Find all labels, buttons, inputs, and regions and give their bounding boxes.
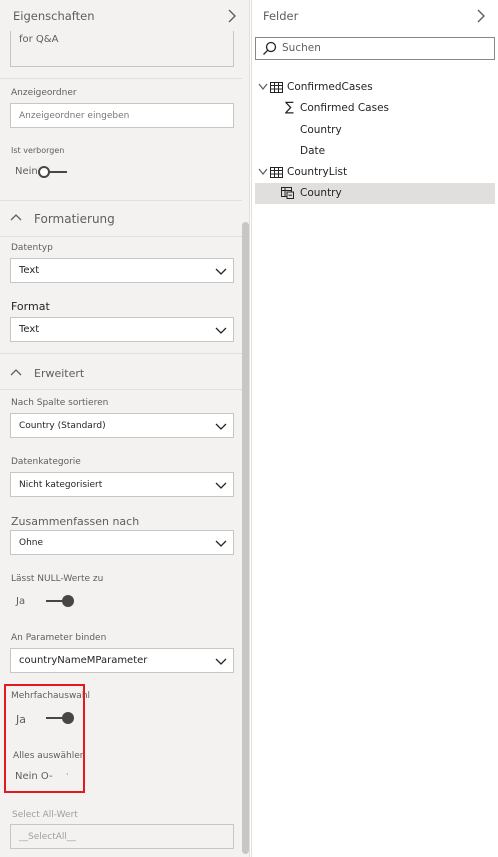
scrollbar[interactable] [242, 222, 249, 854]
chevron-down-icon [215, 540, 227, 547]
chevron-down-icon [215, 423, 227, 430]
field-row-country-selected[interactable]: Country [255, 183, 495, 204]
hidden-value: Nein [15, 166, 38, 177]
sigma-icon: ∑ [285, 100, 294, 115]
table-icon [270, 167, 283, 178]
bind-to-parameter-select[interactable]: countryNameMParameter [10, 648, 234, 673]
table-row-confirmedcases[interactable]: ConfirmedCases [252, 77, 498, 98]
collapse-chevron-icon[interactable] [225, 8, 239, 24]
search-input[interactable]: Suchen [255, 37, 495, 60]
divider [0, 200, 242, 201]
caret-up-icon[interactable] [10, 368, 22, 376]
chevron-down-icon[interactable] [258, 83, 268, 91]
chevron-down-icon [215, 327, 227, 334]
properties-pane: Eigenschaften for Q&A Anzeigeordner Anze… [0, 0, 250, 857]
allow-null-label: Lässt NULL-Werte zu [11, 574, 104, 584]
field-name: Country [300, 187, 342, 199]
divider [0, 78, 242, 79]
collapse-chevron-icon[interactable] [474, 8, 488, 24]
synonyms-field[interactable]: for Q&A [10, 31, 234, 67]
display-folder-label: Anzeigeordner [11, 88, 77, 98]
table-row-countrylist[interactable]: CountryList [252, 162, 498, 183]
data-category-select[interactable]: Nicht kategorisiert [10, 472, 234, 497]
table-name: ConfirmedCases [287, 81, 373, 93]
summarize-by-value: Ohne [19, 538, 44, 548]
format-value: Text [19, 324, 40, 335]
field-row-date[interactable]: Date [252, 141, 498, 162]
search-icon [263, 41, 277, 55]
data-type-value: Text [19, 265, 40, 276]
data-type-label: Datentyp [11, 243, 53, 253]
bind-to-parameter-value: countryNameMParameter [19, 655, 148, 666]
display-folder-placeholder: Anzeigeordner eingeben [19, 111, 130, 121]
select-all-value-input[interactable]: __SelectAll__ [10, 824, 234, 849]
properties-header: Eigenschaften [0, 0, 249, 32]
display-folder-input[interactable]: Anzeigeordner eingeben [10, 103, 234, 128]
summarize-by-label: Zusammenfassen nach [11, 515, 140, 528]
sort-by-column-label: Nach Spalte sortieren [11, 398, 109, 408]
sort-by-column-value: Country (Standard) [19, 421, 106, 431]
bind-to-parameter-label: An Parameter binden [11, 633, 107, 643]
allow-null-value: Ja [16, 596, 26, 607]
select-all-value-label: Select All-Wert [12, 810, 78, 820]
data-category-label: Datenkategorie [11, 457, 81, 467]
chevron-down-icon [215, 482, 227, 489]
summarize-by-select[interactable]: Ohne [10, 530, 234, 555]
field-row-confirmed-cases[interactable]: ∑ Confirmed Cases [252, 98, 498, 119]
field-name: Date [300, 145, 326, 157]
highlight-box [4, 684, 85, 793]
divider [0, 353, 242, 354]
allow-null-toggle[interactable] [44, 594, 76, 608]
fields-pane: Felder Suchen ConfirmedCases ∑ Confirmed… [251, 0, 498, 857]
hidden-toggle[interactable] [37, 165, 69, 179]
table-name: CountryList [287, 166, 348, 178]
chevron-down-icon[interactable] [258, 168, 268, 176]
parameter-field-icon [281, 187, 294, 199]
properties-title: Eigenschaften [13, 9, 95, 23]
format-label: Format [11, 300, 50, 313]
formatting-section-title[interactable]: Formatierung [34, 212, 115, 226]
chevron-down-icon [215, 268, 227, 275]
hidden-label: Ist verborgen [11, 146, 65, 155]
fields-title: Felder [263, 9, 299, 23]
table-icon [270, 82, 283, 93]
data-type-select[interactable]: Text [10, 258, 234, 283]
sort-by-column-select[interactable]: Country (Standard) [10, 413, 234, 438]
caret-up-icon[interactable] [10, 213, 22, 221]
data-category-value: Nicht kategorisiert [19, 480, 103, 490]
fields-header: Felder [252, 0, 498, 32]
field-name: Country [300, 124, 342, 136]
synonyms-text: for Q&A [19, 34, 59, 45]
divider [0, 389, 242, 390]
search-placeholder: Suchen [282, 42, 321, 54]
field-name: Confirmed Cases [300, 102, 390, 114]
advanced-section-title[interactable]: Erweitert [34, 367, 84, 380]
divider [0, 236, 242, 237]
format-select[interactable]: Text [10, 317, 234, 342]
chevron-down-icon [215, 658, 227, 665]
select-all-value-text: __SelectAll__ [19, 832, 76, 842]
field-row-country[interactable]: Country [252, 120, 498, 141]
